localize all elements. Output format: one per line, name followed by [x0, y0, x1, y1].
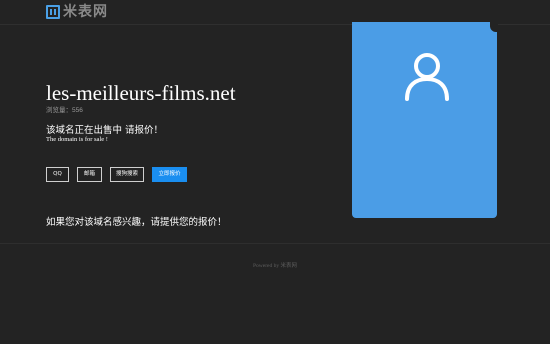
email-button[interactable]: 邮箱: [77, 167, 102, 182]
qq-button[interactable]: QQ: [46, 167, 69, 182]
view-count: 浏览量：556: [46, 107, 83, 114]
card-corner-fold: [490, 22, 498, 32]
user-icon: [405, 53, 449, 101]
contact-button-group: QQ 邮箱 搜狗搜索 立即报价: [46, 167, 187, 182]
inquiry-text: 如果您对该域名感兴趣，请提供您的报价！: [46, 217, 227, 228]
footer-powered-by: Powered by 米表网: [253, 263, 297, 269]
logo-m-icon: [46, 5, 60, 19]
site-logo[interactable]: 米表网: [46, 4, 108, 20]
domain-title: les-meilleurs-films.net: [46, 81, 236, 105]
sogou-search-button[interactable]: 搜狗搜索: [110, 167, 144, 182]
for-sale-heading-en: The domain is for sale !: [46, 136, 108, 143]
for-sale-heading-cn: 该域名正在出售中 请报价！: [46, 125, 164, 136]
logo-text: 米表网: [63, 4, 108, 20]
footer-divider: [0, 243, 550, 244]
make-offer-button[interactable]: 立即报价: [152, 167, 187, 182]
